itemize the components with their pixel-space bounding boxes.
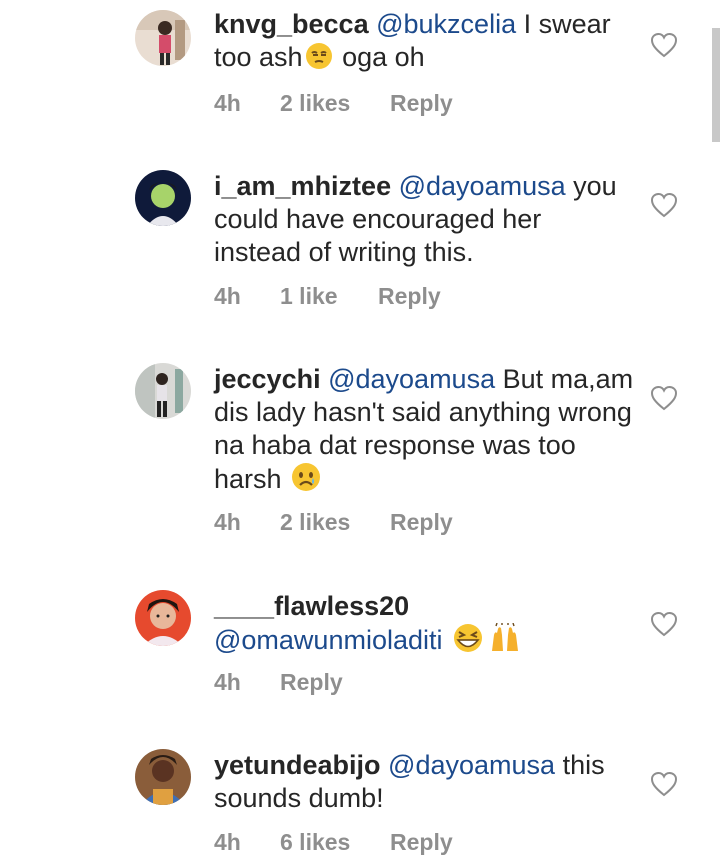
- comment-time: 4h: [214, 90, 241, 116]
- heart-outline-icon[interactable]: [650, 32, 678, 58]
- comment-body: oga oh: [342, 42, 425, 72]
- heart-outline-icon[interactable]: [650, 771, 678, 797]
- comment-likes[interactable]: 1 like: [280, 283, 338, 310]
- comment-time: 4h: [214, 829, 241, 855]
- comment-time: 4h: [214, 283, 241, 309]
- avatar[interactable]: [135, 10, 191, 66]
- avatar[interactable]: [135, 590, 191, 646]
- reply-button[interactable]: Reply: [280, 669, 343, 696]
- comment-text: i_am_mhiztee @dayoamusa you could have e…: [214, 170, 634, 269]
- reply-button[interactable]: Reply: [390, 509, 453, 536]
- heart-outline-icon[interactable]: [650, 192, 678, 218]
- comment-username[interactable]: jeccychi: [214, 364, 321, 394]
- comment-username[interactable]: knvg_becca: [214, 9, 369, 39]
- comment-text: ____flawless20 @omawunmioladiti: [214, 590, 634, 661]
- reply-button[interactable]: Reply: [390, 90, 453, 117]
- comment-mention[interactable]: @bukzcelia: [376, 9, 516, 39]
- grinning-squinting-face-emoji: [452, 623, 484, 661]
- reply-button[interactable]: Reply: [390, 829, 453, 856]
- comment-time: 4h: [214, 669, 241, 695]
- avatar[interactable]: [135, 170, 191, 226]
- reply-button[interactable]: Reply: [378, 283, 441, 310]
- heart-outline-icon[interactable]: [650, 611, 678, 637]
- sad-face-emoji: [291, 462, 321, 500]
- avatar[interactable]: [135, 363, 191, 419]
- comment-likes[interactable]: 2 likes: [280, 509, 350, 536]
- comment-likes[interactable]: 6 likes: [280, 829, 350, 856]
- comment-text: yetundeabijo @dayoamusa this sounds dumb…: [214, 749, 634, 815]
- comment-likes[interactable]: 2 likes: [280, 90, 350, 117]
- unamused-face-emoji: [305, 42, 333, 78]
- comment-time: 4h: [214, 509, 241, 535]
- heart-outline-icon[interactable]: [650, 385, 678, 411]
- raising-hands-emoji: [488, 622, 522, 661]
- comment-mention[interactable]: @dayoamusa: [388, 750, 555, 780]
- comment-mention[interactable]: @omawunmioladiti: [214, 625, 443, 655]
- comment-mention[interactable]: @dayoamusa: [399, 171, 566, 201]
- comment-username[interactable]: yetundeabijo: [214, 750, 381, 780]
- comment-mention[interactable]: @dayoamusa: [328, 364, 495, 394]
- comment-username[interactable]: ____flawless20: [214, 591, 409, 621]
- comment-text: jeccychi @dayoamusa But ma,am dis lady h…: [214, 363, 634, 500]
- comment-text: knvg_becca @bukzcelia I swear too ash og…: [214, 8, 634, 78]
- comment-username[interactable]: i_am_mhiztee: [214, 171, 391, 201]
- scrollbar[interactable]: [712, 28, 720, 142]
- avatar[interactable]: [135, 749, 191, 805]
